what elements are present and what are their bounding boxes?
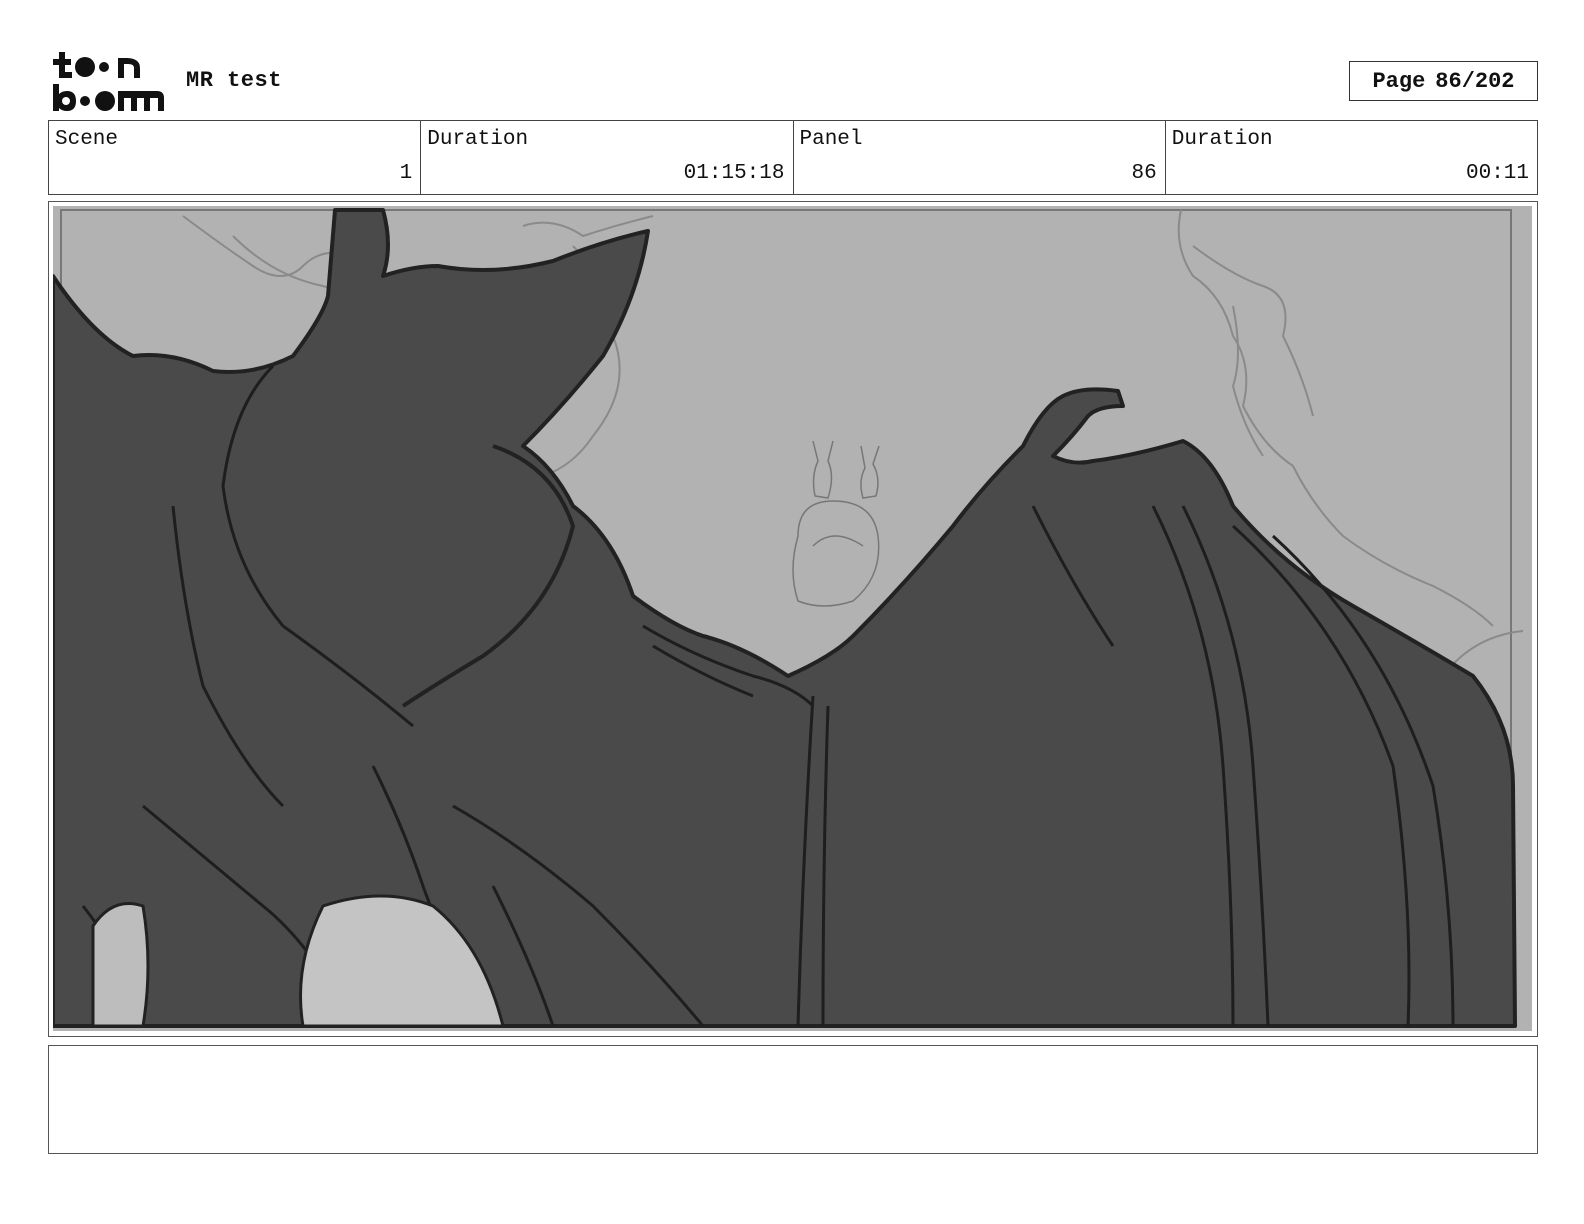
scene-label: Scene	[55, 128, 119, 151]
page-indicator: Page 86/202	[1349, 61, 1538, 101]
storyboard-sketch-image	[53, 206, 1532, 1031]
scene-value: 1	[399, 162, 413, 185]
page-number: 86/202	[1435, 68, 1515, 94]
panel-duration-label: Duration	[1171, 128, 1273, 151]
panel-cell: Panel 86	[794, 121, 1166, 194]
scene-duration-cell: Duration 01:15:18	[421, 121, 794, 194]
project-title: MR test	[186, 68, 282, 93]
scene-cell: Scene 1	[49, 121, 422, 194]
scene-duration-label: Duration	[427, 128, 529, 151]
panel-duration-cell: Duration 00:11	[1166, 121, 1537, 194]
scene-duration-value: 01:15:18	[683, 162, 785, 185]
page-label: Page	[1372, 68, 1426, 94]
toon-boom-logo	[53, 52, 164, 111]
panel-notes-box	[48, 1045, 1538, 1154]
panel-info-row: Scene 1 Duration 01:15:18 Panel 86 Durat…	[48, 120, 1538, 195]
panel-label: Panel	[799, 128, 863, 151]
panel-duration-value: 00:11	[1465, 162, 1529, 185]
storyboard-panel-frame	[48, 201, 1538, 1037]
panel-value: 86	[1131, 162, 1157, 185]
